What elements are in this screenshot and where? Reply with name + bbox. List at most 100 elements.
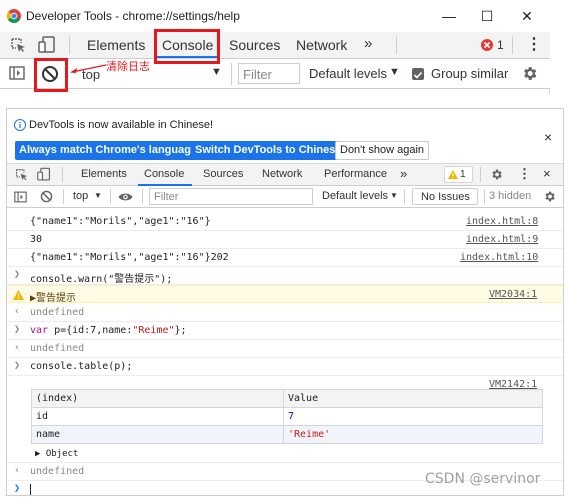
group-similar-checkbox[interactable] [412,68,424,80]
live-expression-eye-icon[interactable] [118,192,133,202]
inspect-element-icon[interactable] [10,37,26,53]
source-link[interactable]: VM2034:1 [489,289,537,300]
warning-counter[interactable]: 1 [444,166,473,183]
tab-network-2[interactable]: Network [262,168,302,180]
result-text: undefined [30,343,85,354]
panel-tab-bar: Elements Console Sources Network » 1 ⋮ [0,32,550,59]
hidden-count: 3 hidden [489,190,532,202]
chrome-logo-icon [7,9,21,23]
log-levels-select-2[interactable]: Default levels [322,190,388,202]
watermark: CSDN @servinor [425,471,541,487]
object-expander-line[interactable]: ▶ Object [7,445,563,463]
filter-input[interactable]: Filter [238,63,300,84]
settings-gear-icon[interactable] [490,168,503,181]
input-chevron-icon: ❯ [14,269,21,280]
clear-button-highlight [34,58,68,92]
language-infobar: DevTools is now available in Chinese! × … [7,109,563,164]
filter-input-2[interactable]: Filter [149,188,313,205]
tab-elements[interactable]: Elements [87,37,145,53]
infobar-message: DevTools is now available in Chinese! [29,119,214,131]
message-text: 30 [30,234,43,245]
context-dropdown-icon[interactable]: ▼ [211,66,222,78]
minimize-button[interactable]: — [438,6,460,26]
always-match-language-button[interactable]: Always match Chrome's language [15,141,202,160]
tab-network[interactable]: Network [296,37,347,53]
close-devtools-button[interactable]: × [543,166,551,181]
warning-count: 1 [460,169,466,180]
error-count[interactable]: 1 [497,38,504,52]
source-link[interactable]: index.html:9 [466,234,538,245]
console-input-line: ❯ console.table(p); [7,358,563,376]
table-cell: id [31,407,284,426]
result-text: undefined [30,466,85,477]
table-header-row: (index) Value [31,389,543,408]
source-link[interactable]: index.html:10 [460,252,538,263]
result-arrow-icon: ‹ [14,465,21,476]
console-message: {"name1":"Morils","age1":"16"} index.htm… [7,213,563,231]
device-toolbar-icon-2[interactable] [37,167,51,182]
console-toolbar-2: top ▼ Filter Default levels ▼ No Issues … [7,186,563,208]
clear-log-annotation: 清除日志 [106,60,150,73]
prompt-chevron-icon: ❯ [14,483,21,494]
context-selector-2[interactable]: top [73,190,88,202]
console-settings-gear-icon[interactable] [521,65,538,82]
warning-icon [13,290,24,300]
levels-dropdown-icon-2[interactable]: ▼ [390,191,398,200]
top-devtools-window: Developer Tools - chrome://settings/help… [0,0,550,94]
filter-placeholder: Filter [243,67,272,82]
window-title: Developer Tools - chrome://settings/help [26,9,240,23]
text-cursor [30,484,31,495]
levels-dropdown-icon[interactable]: ▼ [389,66,400,78]
message-text: var p={id:7,name:"Reime"}; [30,325,187,336]
warning-text: ▶警告提示 [30,293,77,304]
message-text: {"name1":"Morils","age1":"16"}202 [30,252,229,263]
context-dropdown-icon-2[interactable]: ▼ [94,191,102,200]
tab-sources[interactable]: Sources [229,37,280,53]
console-message: 30 index.html:9 [7,231,563,249]
info-icon [14,119,26,131]
maximize-button[interactable]: ☐ [476,6,498,26]
message-text: console.warn("警告提示"); [30,274,173,285]
inspect-element-icon-2[interactable] [15,168,28,181]
console-settings-gear-icon-2[interactable] [543,190,556,203]
issues-button[interactable]: No Issues [412,188,478,205]
customize-menu-icon-2[interactable]: ⋮ [518,166,531,182]
checkmark-icon [413,71,423,79]
log-levels-select[interactable]: Default levels [309,66,387,81]
more-tabs-button-2[interactable]: » [400,166,407,181]
tab-performance-2[interactable]: Performance [324,168,387,180]
console-input-line: ❯ var p={id:7,name:"Reime"}; [7,322,563,340]
console-result-line: ‹ undefined [7,304,563,322]
console-message: {"name1":"Morils","age1":"16"}202 index.… [7,249,563,267]
message-text: console.table(p); [30,361,133,372]
console-tab-highlight [154,29,220,64]
object-expander[interactable]: ▶ Object [35,449,78,459]
table-header[interactable]: Value [283,389,543,408]
table-header[interactable]: (index) [31,389,284,408]
clear-console-icon-2[interactable] [40,190,53,203]
table-cell: 'Reime' [283,425,543,444]
error-icon [481,39,493,51]
tab-console-2[interactable]: Console [144,168,184,180]
switch-to-chinese-button[interactable]: Switch DevTools to Chinese [191,141,346,160]
dont-show-again-button[interactable]: Don't show again [335,141,430,160]
tab-elements-2[interactable]: Elements [81,168,127,180]
console-table: (index) Value id 7 name 'Reime' [31,389,543,444]
infobar-close-button[interactable]: × [544,129,552,145]
console-warning-message[interactable]: ▶警告提示 VM2034:1 [7,285,563,304]
input-chevron-icon: ❯ [14,324,21,335]
more-tabs-button[interactable]: » [364,35,372,52]
device-toolbar-icon[interactable] [38,36,56,54]
console-result-line: ‹ undefined [7,340,563,358]
show-sidebar-icon[interactable] [9,66,25,80]
result-arrow-icon: ‹ [14,306,21,317]
show-sidebar-icon-2[interactable] [14,191,27,203]
customize-menu-icon[interactable]: ⋮ [526,34,542,54]
tab-sources-2[interactable]: Sources [203,168,243,180]
warning-icon [448,170,458,179]
bottom-devtools-panel: DevTools is now available in Chinese! × … [6,108,564,496]
input-chevron-icon: ❯ [14,360,21,371]
close-window-button[interactable]: ✕ [516,6,538,26]
panel-tab-bar-2: Elements Console Sources Network Perform… [7,164,563,186]
source-link[interactable]: index.html:8 [466,216,538,227]
